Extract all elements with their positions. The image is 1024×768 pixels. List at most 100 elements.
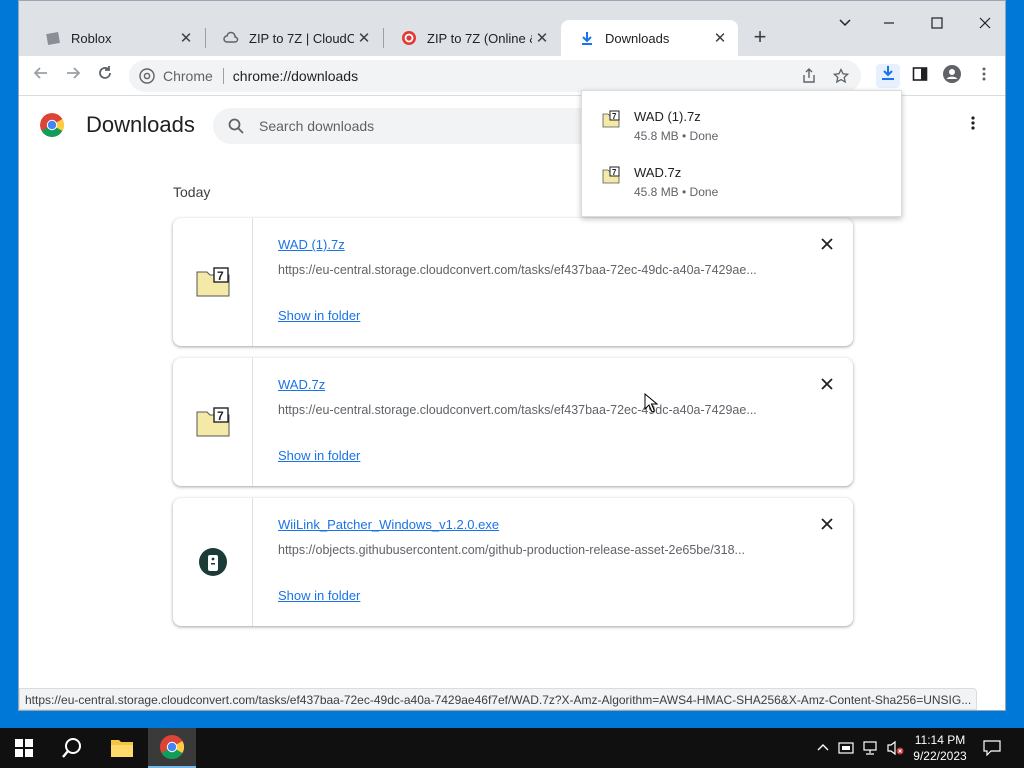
download-icon xyxy=(579,30,595,46)
address-bar[interactable]: Chrome chrome://downloads xyxy=(129,60,861,92)
tab-close-button[interactable]: ✕ xyxy=(354,29,374,47)
taskbar-search-button[interactable] xyxy=(48,728,96,768)
show-in-folder-link[interactable]: Show in folder xyxy=(278,588,360,603)
tab-close-button[interactable]: ✕ xyxy=(532,29,552,47)
7z-archive-icon: 7 xyxy=(196,407,229,437)
close-icon xyxy=(821,518,833,530)
downloads-button[interactable] xyxy=(876,64,900,88)
chrome-icon xyxy=(139,68,155,84)
network-icon xyxy=(863,741,877,755)
minimize-icon xyxy=(884,22,894,24)
download-source-url[interactable]: https://eu-central.storage.cloudconvert.… xyxy=(278,403,778,417)
bubble-status: 45.8 MB • Done xyxy=(634,129,719,143)
close-window-button[interactable] xyxy=(965,9,1005,41)
star-icon[interactable] xyxy=(833,68,849,84)
folder-icon xyxy=(111,740,133,757)
arrow-left-icon xyxy=(33,67,47,79)
file-icon-cell: 7 xyxy=(173,358,253,486)
omnibox-site-label: Chrome xyxy=(163,68,213,84)
tab-roblox[interactable]: Roblox ✕ xyxy=(27,20,204,56)
taskbar-clock[interactable]: 11:14 PM 9/22/2023 xyxy=(905,732,975,764)
chevron-down-icon xyxy=(839,19,851,27)
browser-window: Roblox ✕ ZIP to 7Z | CloudConvert ✕ ZIP … xyxy=(18,0,1006,711)
download-filename-link[interactable]: WiiLink_Patcher_Windows_v1.2.0.exe xyxy=(278,517,499,532)
convertio-icon xyxy=(401,30,417,46)
tab-search-button[interactable] xyxy=(825,9,865,41)
download-filename-link[interactable]: WAD.7z xyxy=(278,377,325,392)
bubble-filename: WAD (1).7z xyxy=(634,109,701,124)
more-vertical-icon xyxy=(982,67,986,81)
new-tab-button[interactable]: + xyxy=(748,25,772,49)
back-button[interactable] xyxy=(29,64,53,88)
remove-download-button[interactable] xyxy=(817,234,837,254)
chrome-icon xyxy=(160,735,184,759)
close-icon xyxy=(821,238,833,250)
bubble-download-item[interactable]: 7 WAD (1).7z 45.8 MB • Done xyxy=(582,102,901,152)
file-explorer-button[interactable] xyxy=(98,728,146,768)
tab-downloads[interactable]: Downloads ✕ xyxy=(561,20,738,56)
search-box[interactable] xyxy=(213,108,633,144)
remove-download-button[interactable] xyxy=(817,514,837,534)
tab-title: ZIP to 7Z (Online & F xyxy=(427,30,532,46)
start-button[interactable] xyxy=(0,728,48,768)
tray-app-button[interactable] xyxy=(836,728,856,768)
show-in-folder-link[interactable]: Show in folder xyxy=(278,448,360,463)
bubble-download-item[interactable]: 7 WAD.7z 45.8 MB • Done xyxy=(582,158,901,208)
search-icon xyxy=(228,118,244,134)
maximize-icon xyxy=(931,17,943,29)
clock-time: 11:14 PM xyxy=(914,733,966,747)
profile-button[interactable] xyxy=(940,64,964,88)
search-icon xyxy=(62,738,81,758)
download-source-url[interactable]: https://objects.githubusercontent.com/gi… xyxy=(278,543,778,557)
avatar-icon xyxy=(943,65,961,83)
menu-button[interactable] xyxy=(972,64,996,88)
forward-button[interactable] xyxy=(61,64,85,88)
omnibox-url[interactable]: chrome://downloads xyxy=(233,68,358,84)
download-item: WiiLink_Patcher_Windows_v1.2.0.exe https… xyxy=(173,498,853,626)
chrome-taskbar-button[interactable] xyxy=(148,728,196,768)
clock-date: 9/22/2023 xyxy=(913,749,967,763)
roblox-icon xyxy=(45,30,61,46)
bubble-status: 45.8 MB • Done xyxy=(634,185,719,199)
download-source-url[interactable]: https://eu-central.storage.cloudconvert.… xyxy=(278,263,778,277)
tray-app-icon xyxy=(838,742,854,754)
download-filename-link[interactable]: WAD (1).7z xyxy=(278,237,345,252)
tab-strip: Roblox ✕ ZIP to 7Z | CloudConvert ✕ ZIP … xyxy=(19,1,1005,56)
share-icon[interactable] xyxy=(801,68,817,84)
bubble-filename: WAD.7z xyxy=(634,165,682,180)
download-item: 7 WAD.7z https://eu-central.storage.clou… xyxy=(173,358,853,486)
tab-title: Roblox xyxy=(71,30,112,46)
tab-cloudconvert[interactable]: ZIP to 7Z | CloudConvert ✕ xyxy=(205,20,382,56)
tab-close-button[interactable]: ✕ xyxy=(176,29,196,47)
minimize-button[interactable] xyxy=(869,9,909,41)
mouse-cursor-icon xyxy=(644,393,658,413)
search-input[interactable] xyxy=(259,118,599,134)
volume-button[interactable] xyxy=(884,728,906,768)
tab-title: ZIP to 7Z | CloudConvert xyxy=(249,30,354,46)
chrome-logo-icon xyxy=(40,113,64,137)
download-item: 7 WAD (1).7z https://eu-central.storage.… xyxy=(173,218,853,346)
maximize-button[interactable] xyxy=(917,9,957,41)
7z-archive-icon: 7 xyxy=(196,267,229,297)
tab-zip-to-7z[interactable]: ZIP to 7Z (Online & F ✕ xyxy=(383,20,560,56)
show-in-folder-link[interactable]: Show in folder xyxy=(278,308,360,323)
tab-close-button[interactable]: ✕ xyxy=(710,29,730,47)
svg-text:7: 7 xyxy=(612,168,617,177)
remove-download-button[interactable] xyxy=(817,374,837,394)
svg-text:7: 7 xyxy=(217,409,224,423)
close-icon xyxy=(821,378,833,390)
svg-text:7: 7 xyxy=(217,269,224,283)
omnibox-divider xyxy=(222,68,224,84)
more-vertical-icon xyxy=(971,116,975,130)
show-hidden-icons-button[interactable] xyxy=(814,728,832,768)
notification-icon xyxy=(983,740,1001,756)
windows-logo-icon xyxy=(15,739,33,757)
network-button[interactable] xyxy=(860,728,880,768)
reload-button[interactable] xyxy=(93,64,117,88)
side-panel-button[interactable] xyxy=(908,64,932,88)
close-icon xyxy=(979,17,991,29)
cloud-icon xyxy=(223,30,239,46)
notifications-button[interactable] xyxy=(980,728,1004,768)
svg-text:7: 7 xyxy=(612,112,617,121)
page-more-actions-button[interactable] xyxy=(961,113,985,137)
